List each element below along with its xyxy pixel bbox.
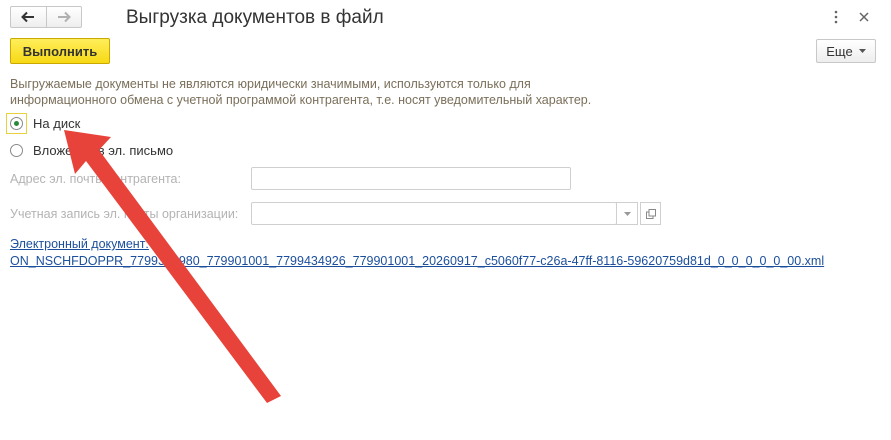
vertical-dots-icon <box>834 10 838 24</box>
window-menu-button[interactable] <box>828 8 844 26</box>
info-line-1: Выгружаемые документы не являются юридич… <box>10 77 531 91</box>
close-icon <box>859 12 869 22</box>
info-line-2: информационного обмена с учетной програм… <box>10 93 592 107</box>
arrow-left-icon <box>21 11 35 23</box>
org-email-account-label: Учетная запись эл. почты организации: <box>10 207 239 221</box>
info-text: Выгружаемые документы не являются юридич… <box>10 76 650 108</box>
close-button[interactable] <box>856 8 872 26</box>
open-window-icon <box>645 208 656 219</box>
more-button[interactable]: Еще <box>816 39 876 63</box>
forward-button[interactable] <box>45 7 82 27</box>
counterparty-email-field[interactable] <box>251 167 571 190</box>
radio-unchecked-icon <box>10 144 23 157</box>
org-email-account-field[interactable] <box>251 202 617 225</box>
radio-checked-icon <box>10 117 23 130</box>
run-button[interactable]: Выполнить <box>10 38 110 64</box>
radio-to-disk-label: На диск <box>33 116 81 131</box>
radio-email-attachment-label: Вложение в эл. письмо <box>33 143 174 158</box>
org-email-dropdown-button[interactable] <box>616 202 638 225</box>
dropdown-caret-icon <box>623 211 631 216</box>
radio-email-attachment[interactable]: Вложение в эл. письмо <box>10 143 173 158</box>
document-file-link[interactable]: ON_NSCHFDOPPR_7799393980_779901001_77994… <box>10 254 824 268</box>
navigation-buttons <box>10 6 82 28</box>
dropdown-caret-icon <box>858 49 866 53</box>
back-button[interactable] <box>11 7 46 27</box>
more-button-label: Еще <box>826 43 853 59</box>
radio-focus-frame <box>6 113 27 134</box>
arrow-right-icon <box>57 11 71 23</box>
org-email-open-button[interactable] <box>640 202 661 225</box>
counterparty-email-label: Адрес эл. почты контрагента: <box>10 172 181 186</box>
document-label-link[interactable]: Электронный документ: <box>10 237 149 251</box>
radio-to-disk[interactable]: На диск <box>6 113 80 134</box>
page-title: Выгрузка документов в файл <box>126 7 384 28</box>
